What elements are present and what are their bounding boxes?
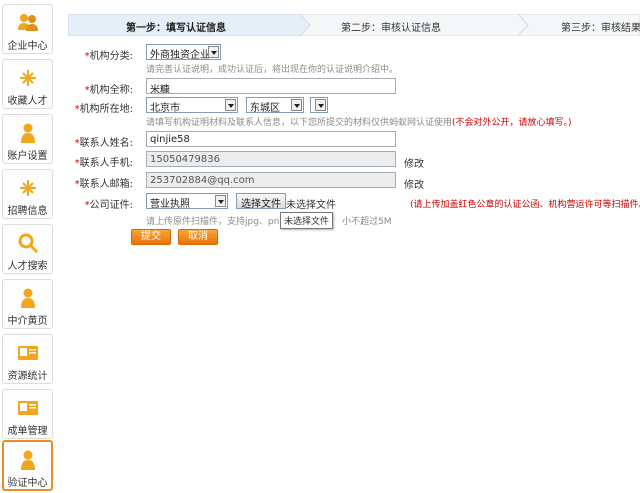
org-type-select[interactable]: 外商独资企业 [146, 44, 221, 61]
sidebar-item-verification-center[interactable]: 验证中心 [2, 440, 53, 491]
sidebar-item-order-management[interactable]: 成单管理 [2, 389, 53, 439]
id-card-icon [17, 401, 38, 415]
edit-email-link[interactable]: 修改 [404, 176, 424, 191]
province-select[interactable]: 北京市 [146, 97, 238, 114]
id-card-icon [17, 346, 38, 360]
chevron-down-icon [291, 99, 302, 111]
contact-phone-label: *联系人手机: [74, 158, 133, 169]
cert-hint: 请上传原件扫描件，支持jpg、png、 小不超过5M [146, 217, 392, 227]
contact-email-input: 253702884@qq.com [146, 172, 396, 188]
user-icon [20, 450, 35, 470]
chevron-down-icon [315, 99, 326, 111]
submit-button[interactable]: 提交 [131, 229, 171, 245]
contact-name-label: *联系人姓名: [74, 138, 133, 149]
sidebar-item-resource-stats[interactable]: 资源统计 [2, 334, 53, 384]
district-value: 东城区 [250, 103, 280, 114]
sidebar-item-label: 资源统计 [7, 371, 48, 382]
contact-email-row: *联系人邮箱: 253702884@qq.com 修改 [0, 172, 640, 192]
file-tooltip: 未选择文件 [280, 212, 334, 229]
sidebar-item-talent-search[interactable]: 人才搜索 [2, 224, 53, 274]
org-type-value: 外商独资企业 [150, 50, 210, 61]
subdistrict-select[interactable] [310, 97, 328, 113]
chevron-down-icon [215, 195, 226, 207]
cert-type-value: 营业执照 [150, 199, 190, 210]
org-name-row: *机构全称: 米糠 [0, 78, 640, 98]
cert-upload-note: (请上传加盖红色公章的认证公函、机构营运许可等扫描件。) [410, 200, 640, 210]
sidebar-item-label: 人才搜索 [7, 261, 48, 272]
user-icon [20, 288, 35, 308]
step-3: 第三步：审核结果 [561, 23, 640, 34]
contact-phone-row: *联系人手机: 15050479836 修改 [0, 151, 640, 171]
sidebar-item-label: 中介黄页 [7, 316, 48, 327]
choose-file-button[interactable]: 选择文件 [236, 193, 286, 210]
chevron-down-icon [225, 99, 236, 111]
sidebar-item-agency-directory[interactable]: 中介黄页 [2, 279, 53, 329]
edit-phone-link[interactable]: 修改 [404, 155, 424, 170]
district-select[interactable]: 东城区 [246, 97, 304, 114]
cancel-button[interactable]: 取消 [178, 229, 218, 245]
sidebar-item-label: 成单管理 [7, 426, 48, 437]
org-type-row: *机构分类: 外商独资企业 [0, 44, 640, 64]
contact-email-label: *联系人邮箱: [74, 179, 133, 190]
sidebar-item-label: 验证中心 [7, 478, 48, 489]
company-cert-row: *公司证件: 营业执照 选择文件 未选择文件 (请上传加盖红色公章的认证公函、机… [0, 193, 640, 213]
org-name-input[interactable]: 米糠 [146, 78, 396, 94]
privacy-warning: (不会对外公开，请放心填写。) [452, 118, 572, 128]
cert-type-select[interactable]: 营业执照 [146, 193, 228, 210]
org-name-label: *机构全称: [84, 85, 133, 96]
step-2: 第二步：审核认证信息 [341, 23, 441, 34]
province-value: 北京市 [150, 103, 180, 114]
file-status: 未选择文件 [286, 200, 336, 211]
contact-name-input[interactable]: qinjie58 [146, 131, 396, 147]
progress-steps: 第一步：填写认证信息 第二步：审核认证信息 第三步：审核结果 [68, 14, 640, 36]
org-type-hint: 请完善认证说明，成功认证后，将出现在你的认证说明介绍中。 [146, 65, 399, 75]
search-icon [18, 233, 38, 254]
contact-phone-input: 15050479836 [146, 151, 396, 167]
step-1: 第一步：填写认证信息 [126, 23, 226, 34]
sidebar: 企业中心 收藏人才 账户设置 招聘信息 人才搜索 中介黄页 资源统计 成单管理 … [0, 0, 57, 493]
contact-name-row: *联系人姓名: qinjie58 [0, 131, 640, 151]
chevron-down-icon [208, 46, 219, 58]
org-location-hint: 请填写机构证明材料及联系人信息，以下您所提交的材料仅供蚂蚁网认证使用(不会对外公… [146, 118, 572, 128]
users-icon [17, 14, 38, 31]
org-location-label: *机构所在地: [74, 104, 133, 115]
org-type-label: *机构分类: [84, 51, 133, 62]
company-cert-label: *公司证件: [84, 200, 133, 211]
org-location-row: *机构所在地: 北京市 东城区 [0, 97, 640, 117]
